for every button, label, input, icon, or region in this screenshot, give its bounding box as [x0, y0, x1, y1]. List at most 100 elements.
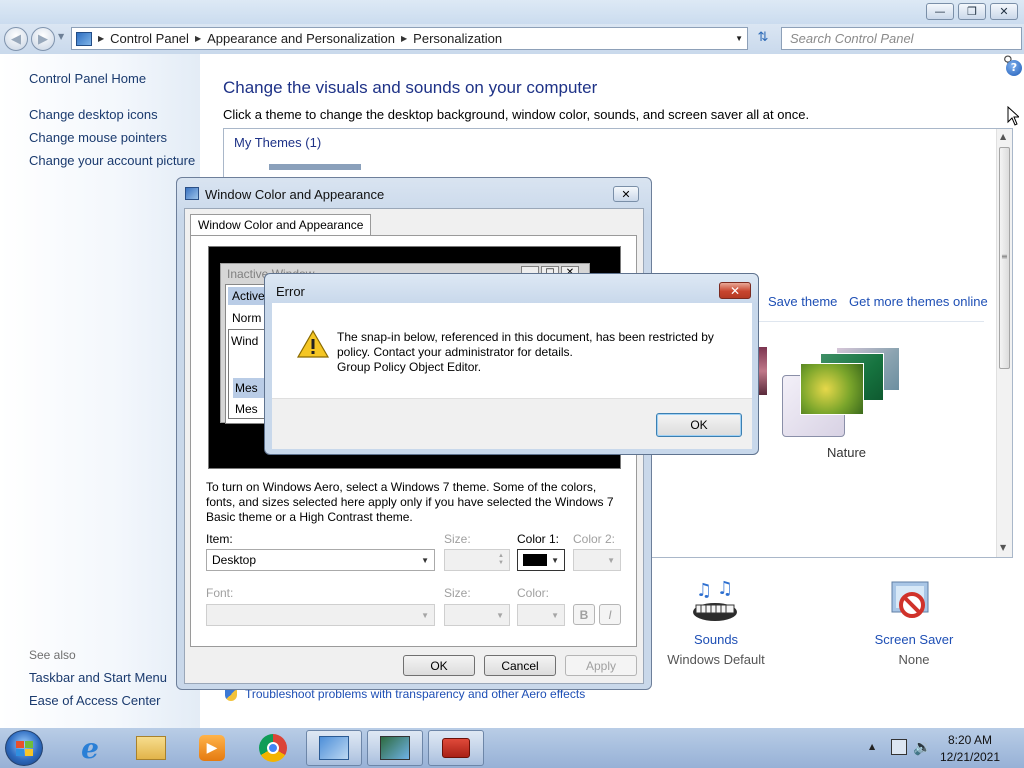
internet-explorer-icon: e	[81, 731, 99, 765]
sidebar-item-desktop-icons[interactable]: Change desktop icons	[29, 107, 158, 122]
restore-button[interactable]: ❐	[958, 3, 986, 20]
show-hidden-icons[interactable]: ▲	[869, 742, 875, 751]
font-size-select[interactable]: ▼	[444, 604, 510, 626]
sounds-link[interactable]: Sounds	[676, 632, 756, 647]
display-icon	[380, 736, 410, 760]
color2-picker[interactable]: ▼	[573, 549, 621, 571]
ok-button[interactable]: OK	[403, 655, 475, 676]
dialog-close-button[interactable]: ✕	[613, 186, 639, 202]
see-also-heading: See also	[29, 648, 76, 662]
taskbar-file-explorer[interactable]	[123, 730, 179, 766]
taskbar-display-settings[interactable]	[367, 730, 423, 766]
clock-date[interactable]: 12/21/2021	[930, 750, 1010, 764]
theme-list-scrollbar[interactable]: ▲ ≡ ▼	[996, 129, 1012, 557]
font-color-picker[interactable]: ▼	[517, 604, 565, 626]
chevron-down-icon: ▼	[421, 555, 429, 565]
screen-saver-icon[interactable]	[888, 578, 936, 626]
sidebar-item-account-picture[interactable]: Change your account picture	[29, 153, 195, 168]
breadcrumb-control-panel[interactable]: Control Panel	[110, 31, 189, 46]
color1-swatch	[523, 554, 547, 566]
sidebar: Control Panel Home Change desktop icons …	[0, 54, 200, 728]
recent-pages-dropdown[interactable]: ▼	[58, 32, 64, 41]
font-size-label: Size:	[444, 586, 471, 600]
scroll-down-icon[interactable]: ▼	[1000, 543, 1006, 552]
error-dialog: Error ✕ The snap-in below, referenced in…	[264, 273, 759, 455]
sidebar-item-home[interactable]: Control Panel Home	[29, 71, 146, 86]
save-theme-link[interactable]: Save theme	[768, 294, 837, 309]
mouse-cursor-icon	[1007, 105, 1021, 126]
color2-label: Color 2:	[573, 532, 616, 546]
taskbar-media-player[interactable]: ▶	[184, 730, 240, 766]
bold-button[interactable]: B	[573, 604, 595, 625]
volume-icon[interactable]: 🔉	[913, 738, 932, 756]
font-color-label: Color:	[517, 586, 550, 600]
chevron-down-icon: ▼	[551, 555, 559, 565]
sounds-value: Windows Default	[667, 652, 765, 667]
sidebar-item-taskbar[interactable]: Taskbar and Start Menu	[29, 670, 167, 685]
clock-time[interactable]: 8:20 AM	[930, 733, 1010, 747]
taskbar: e ▶ ▲ 🔉	[0, 728, 1024, 768]
breadcrumb-appearance[interactable]: Appearance and Personalization	[207, 31, 395, 46]
chrome-icon	[259, 734, 287, 762]
help-icon[interactable]: ?	[1006, 60, 1022, 76]
refresh-icon[interactable]: ⇅	[752, 30, 774, 48]
preview-message-text: Mes	[235, 402, 258, 416]
preview-window-text: Wind	[231, 334, 259, 348]
scroll-up-icon[interactable]: ▲	[1000, 132, 1006, 141]
size-stepper[interactable]: ▲ ▼	[444, 549, 510, 571]
item-select[interactable]: Desktop ▼	[206, 549, 435, 571]
screen-saver-value: None	[898, 652, 930, 667]
back-button[interactable]: ◀	[4, 27, 28, 51]
windows-logo-part	[16, 749, 24, 756]
item-label: Item:	[206, 532, 233, 546]
italic-button[interactable]: I	[599, 604, 621, 625]
address-bar[interactable]: ▶ Control Panel ▶ Appearance and Persona…	[71, 27, 748, 50]
minimize-button[interactable]: —	[926, 3, 954, 20]
forward-arrow-icon: ▶	[38, 31, 48, 47]
cancel-button[interactable]: Cancel	[484, 655, 556, 676]
get-more-themes-link[interactable]: Get more themes online	[849, 294, 988, 309]
windows-logo-part	[25, 749, 33, 756]
forward-button[interactable]: ▶	[31, 27, 55, 51]
sounds-icon[interactable]: ♫ ♫	[690, 578, 740, 628]
color1-picker[interactable]: ▼	[517, 549, 565, 571]
address-dropdown-icon[interactable]: ▼	[735, 34, 743, 43]
taskbar-chrome[interactable]	[245, 730, 301, 766]
close-icon: ✕	[621, 187, 631, 201]
network-icon[interactable]	[891, 739, 907, 755]
windows-logo-part	[25, 741, 33, 748]
error-close-button[interactable]: ✕	[719, 282, 751, 299]
chevron-down-icon: ▼	[421, 610, 429, 620]
close-button[interactable]: ✕	[990, 3, 1018, 20]
window-title-bar: — ❐ ✕	[0, 0, 1024, 24]
sidebar-item-ease-of-access[interactable]: Ease of Access Center	[29, 693, 161, 708]
page-subtitle: Click a theme to change the desktop back…	[223, 107, 810, 122]
apply-button[interactable]: Apply	[565, 655, 637, 676]
file-explorer-icon	[136, 736, 166, 760]
item-select-value: Desktop	[212, 553, 257, 567]
warning-icon	[296, 329, 330, 359]
media-player-icon: ▶	[199, 735, 225, 761]
taskbar-control-panel[interactable]	[306, 730, 362, 766]
dialog-icon	[185, 187, 199, 200]
error-ok-button[interactable]: OK	[656, 413, 742, 437]
restore-icon: ❐	[967, 5, 977, 18]
taskbar-internet-explorer[interactable]: e	[62, 730, 118, 766]
tab-window-color[interactable]: Window Color and Appearance	[190, 214, 372, 236]
chevron-right-icon: ▶	[98, 34, 105, 43]
screen-saver-link[interactable]: Screen Saver	[868, 632, 960, 647]
aero-description: To turn on Windows Aero, select a Window…	[206, 480, 614, 524]
svg-text:♫: ♫	[696, 580, 712, 601]
taskbar-group-policy[interactable]	[428, 730, 484, 766]
start-button[interactable]	[5, 730, 43, 766]
nature-image-front	[800, 363, 864, 415]
back-arrow-icon: ◀	[11, 31, 21, 47]
page-title: Change the visuals and sounds on your co…	[223, 78, 598, 97]
sidebar-item-mouse-pointers[interactable]: Change mouse pointers	[29, 130, 167, 145]
theme-thumbnail[interactable]	[269, 164, 361, 170]
search-input[interactable]: Search Control Panel	[781, 27, 1022, 50]
dialog-title: Window Color and Appearance	[205, 187, 385, 202]
breadcrumb-personalization[interactable]: Personalization	[413, 31, 502, 46]
font-select[interactable]: ▼	[206, 604, 435, 626]
chevron-down-icon: ▼	[607, 555, 615, 565]
